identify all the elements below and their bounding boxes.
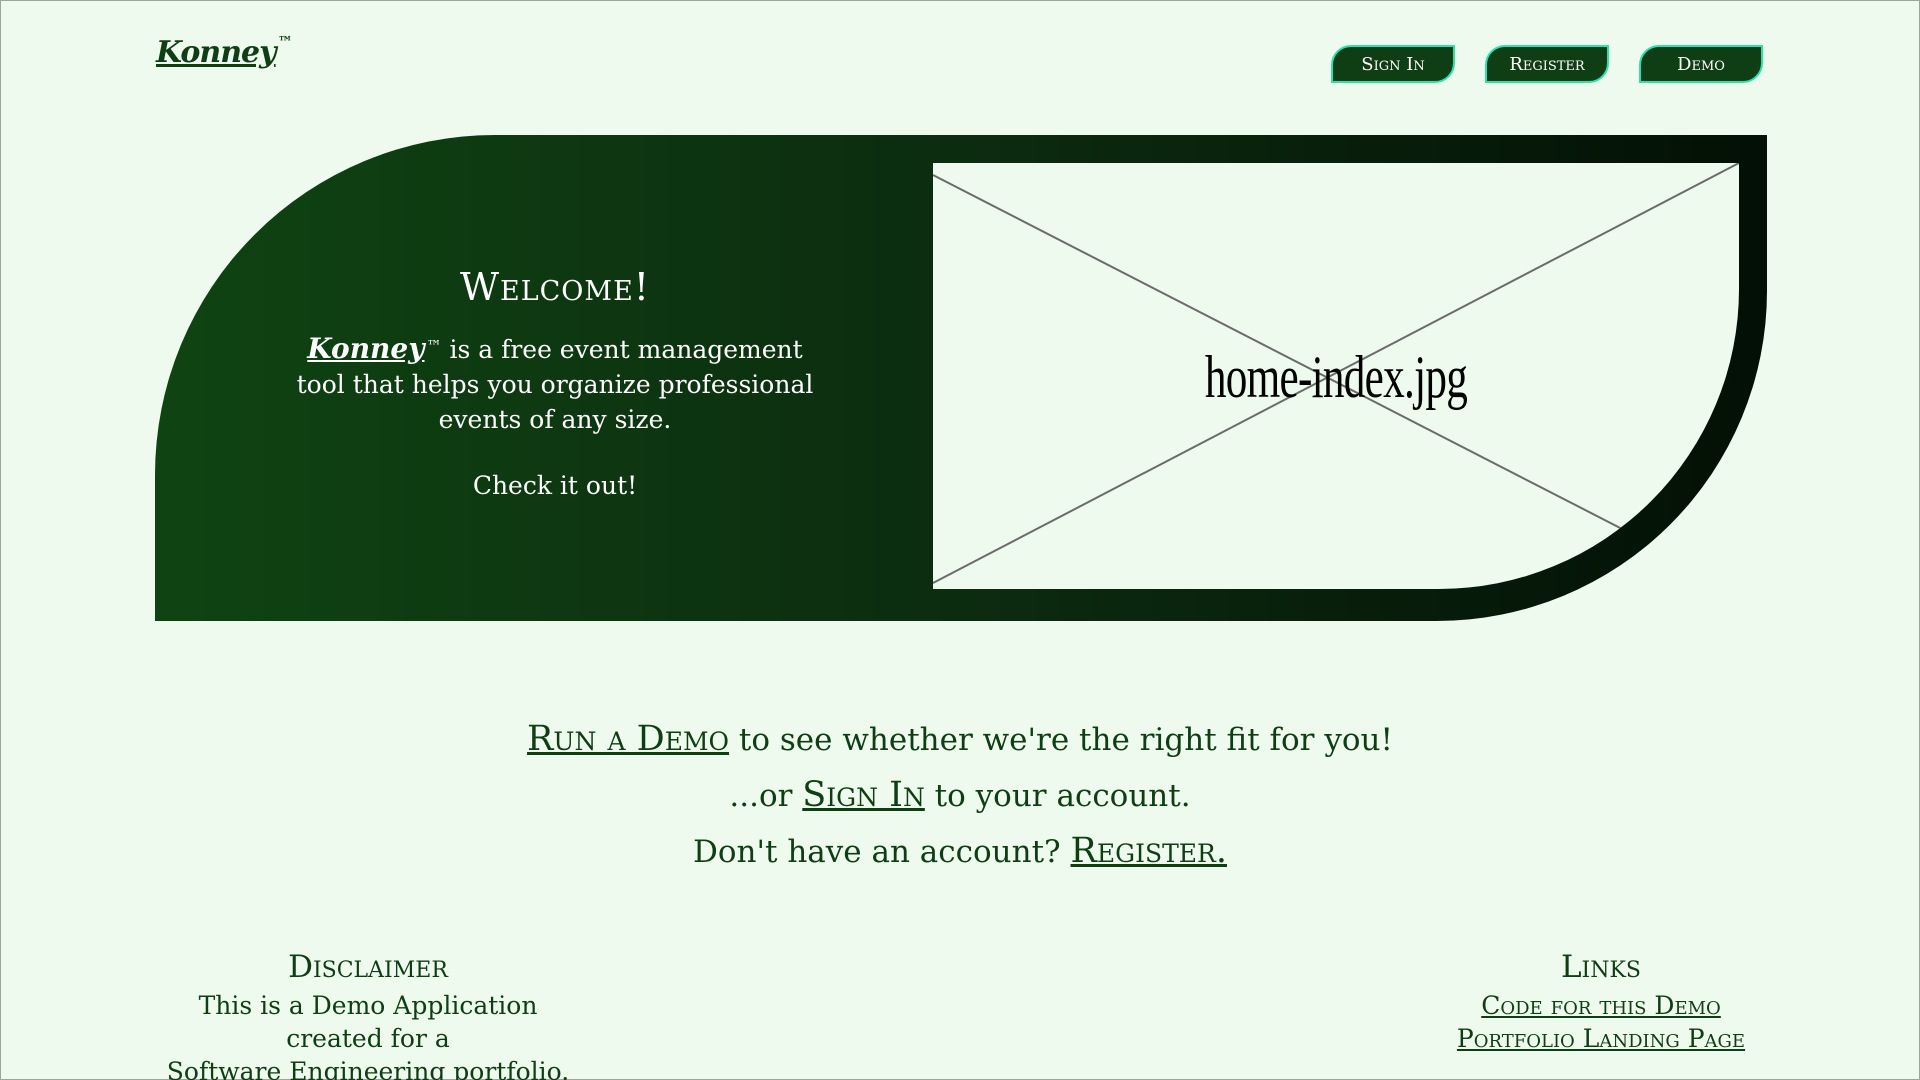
page: Konney ™ Sign In Register Demo Welcome! K… xyxy=(0,0,1920,1080)
run-demo-link[interactable]: Run a Demo xyxy=(527,719,729,759)
hero-text: Welcome! Konney ™ is a free event managem… xyxy=(285,265,825,500)
cta-line-sign-in-text: to your account. xyxy=(924,778,1191,814)
cta-line-sign-in: ...or Sign In to your account. xyxy=(1,767,1919,823)
hero-banner: Welcome! Konney ™ is a free event managem… xyxy=(155,135,1767,621)
links-heading: Links xyxy=(1560,949,1642,985)
disclaimer-heading: Disclaimer xyxy=(288,949,448,985)
disclaimer-line-1: This is a Demo Application created for a xyxy=(198,991,538,1053)
register-link[interactable]: Register. xyxy=(1071,831,1227,871)
cta-line-demo-text: to see whether we're the right fit for y… xyxy=(729,722,1393,758)
logo-text: Konney xyxy=(156,35,277,70)
cta-line-register-prefix: Don't have an account? xyxy=(693,834,1071,870)
hero-image-placeholder: home-index.jpg xyxy=(933,163,1739,589)
cta-line-register: Don't have an account? Register. xyxy=(1,823,1919,879)
demo-button[interactable]: Demo xyxy=(1639,45,1763,83)
portfolio-link[interactable]: Portfolio Landing Page xyxy=(1441,1022,1761,1055)
register-button[interactable]: Register xyxy=(1485,45,1609,83)
disclaimer-line-2: Software Engineering portfolio. xyxy=(166,1057,570,1080)
header-nav: Sign In Register Demo xyxy=(1331,45,1763,83)
cta-line-demo: Run a Demo to see whether we're the righ… xyxy=(1,711,1919,767)
hero-brand-trademark: ™ xyxy=(426,337,442,355)
hero-cta: Check it out! xyxy=(472,471,638,500)
welcome-heading: Welcome! xyxy=(459,265,651,309)
call-to-action: Run a Demo to see whether we're the righ… xyxy=(1,711,1919,879)
logo-trademark: ™ xyxy=(277,33,293,51)
cta-line-sign-in-prefix: ...or xyxy=(729,778,803,814)
sign-in-link[interactable]: Sign In xyxy=(802,775,925,815)
sign-in-button[interactable]: Sign In xyxy=(1331,45,1455,83)
logo[interactable]: Konney ™ xyxy=(156,33,293,70)
code-link[interactable]: Code for this Demo xyxy=(1441,989,1761,1022)
image-alt-text: home-index.jpg xyxy=(1204,344,1468,410)
footer-disclaimer: Disclaimer This is a Demo Application cr… xyxy=(151,949,585,1080)
hero-description: Konney ™ is a free event management tool … xyxy=(285,331,825,437)
hero-brand: Konney xyxy=(307,332,425,365)
footer-links: Links Code for this Demo Portfolio Landi… xyxy=(1441,949,1761,1055)
